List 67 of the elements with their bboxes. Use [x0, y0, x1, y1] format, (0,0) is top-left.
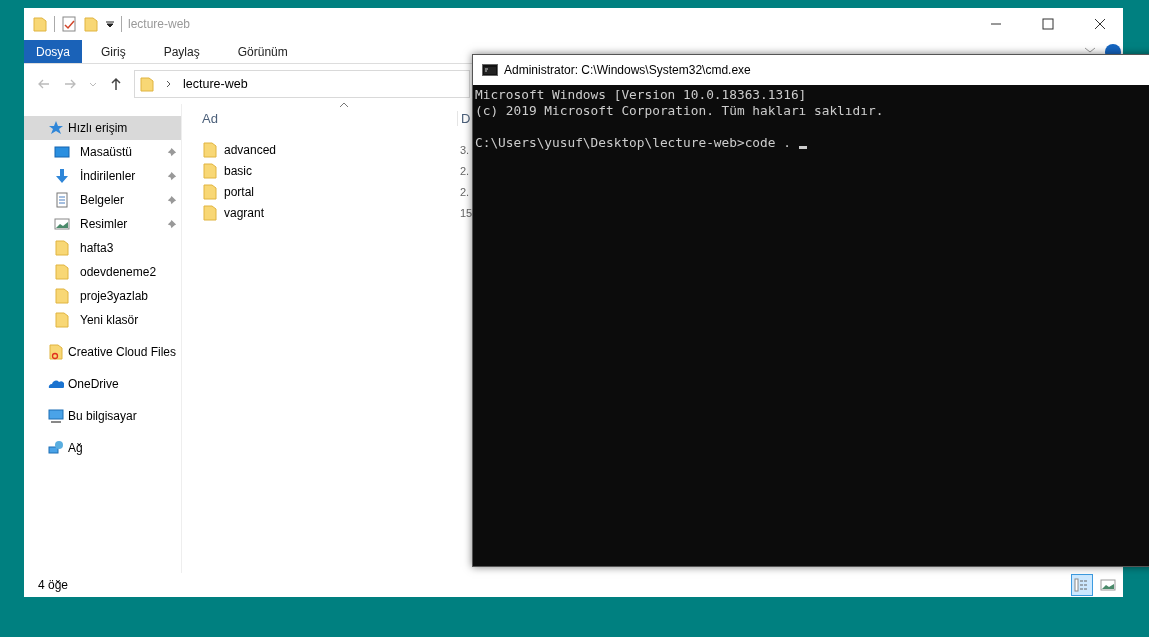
document-icon	[54, 192, 70, 208]
folder-icon	[54, 264, 70, 280]
sidebar-item[interactable]: İndirilenler	[24, 164, 181, 188]
folder-icon[interactable]	[32, 16, 48, 32]
address-path[interactable]: lecture-web	[183, 77, 248, 91]
details-view-button[interactable]	[1071, 574, 1093, 596]
cursor-icon	[798, 146, 807, 149]
sidebar-item[interactable]: Bu bilgisayar	[24, 404, 181, 428]
console-icon	[482, 64, 498, 76]
sidebar-item[interactable]: Hızlı erişim	[24, 116, 181, 140]
landscape-icon	[54, 216, 70, 232]
folder-icon	[139, 76, 155, 92]
folder-icon[interactable]	[83, 16, 99, 32]
download-arrow-icon	[54, 168, 70, 184]
table-cell: 2.	[460, 164, 470, 177]
chevron-right-icon[interactable]	[165, 79, 173, 89]
sidebar-item[interactable]: Ağ	[24, 436, 181, 460]
table-cell: 2.	[460, 185, 470, 198]
dropdown-icon[interactable]	[105, 19, 115, 29]
folder-icon	[202, 183, 218, 200]
network-icon	[48, 440, 64, 456]
sidebar-item[interactable]: Resimler	[24, 212, 181, 236]
address-bar[interactable]: lecture-web	[134, 70, 470, 98]
file-name[interactable]: portal	[224, 184, 255, 199]
ribbon-tab[interactable]: Dosya	[24, 40, 82, 63]
star-icon	[48, 120, 64, 136]
monitor-icon	[48, 408, 64, 424]
console-line: (c) 2019 Microsoft Corporation. Tüm hakları saklıdır.	[475, 103, 884, 119]
folder-icon	[54, 288, 70, 304]
sidebar-item[interactable]: proje3yazlab	[24, 284, 181, 308]
chevron-down-icon[interactable]	[1084, 46, 1096, 54]
column-header[interactable]: D	[457, 111, 471, 126]
folder-icon	[48, 344, 64, 360]
console-line: C:\Users\yusuf\Desktop\lecture-web>code .	[475, 135, 792, 151]
checklist-icon[interactable]	[61, 16, 77, 32]
window-title: lecture-web	[128, 17, 191, 31]
folder-icon	[54, 240, 70, 256]
monitor-icon	[54, 144, 70, 160]
folder-icon	[202, 204, 218, 221]
table-cell: 3.	[460, 143, 470, 156]
pin-icon[interactable]	[166, 218, 177, 230]
sidebar-item[interactable]: hafta3	[24, 236, 181, 260]
sidebar-item[interactable]: Belgeler	[24, 188, 181, 212]
sidebar-item[interactable]: OneDrive	[24, 372, 181, 396]
folder-icon	[202, 141, 218, 158]
file-name[interactable]: vagrant	[224, 205, 265, 220]
table-cell: 15	[460, 206, 473, 219]
ribbon-tab[interactable]: Paylaş	[144, 40, 219, 63]
ribbon-tab[interactable]: Giriş	[82, 40, 145, 63]
sidebar-item[interactable]: Yeni klasör	[24, 308, 181, 332]
item-count: 4 öğe	[38, 578, 69, 592]
sort-caret-icon	[339, 102, 349, 108]
sidebar-item[interactable]: Masaüstü	[24, 140, 181, 164]
column-header[interactable]: Ad	[202, 111, 218, 126]
ribbon-tab[interactable]: Görünüm	[218, 40, 307, 63]
pin-icon[interactable]	[166, 146, 177, 158]
pin-icon[interactable]	[166, 170, 177, 182]
file-name[interactable]: basic	[224, 163, 252, 178]
file-name[interactable]: advanced	[224, 142, 277, 157]
folder-icon	[54, 312, 70, 328]
folder-icon	[202, 162, 218, 179]
help-icon[interactable]	[1105, 44, 1121, 54]
sidebar-item[interactable]: Creative Cloud Files	[24, 340, 181, 364]
pin-icon[interactable]	[166, 194, 177, 206]
window-title: Administrator: C:\Windows\System32\cmd.exe	[504, 63, 751, 77]
sidebar-item[interactable]: odevdeneme2	[24, 260, 181, 284]
console-line: Microsoft Windows [Version 10.0.18363.1316]	[475, 87, 807, 103]
